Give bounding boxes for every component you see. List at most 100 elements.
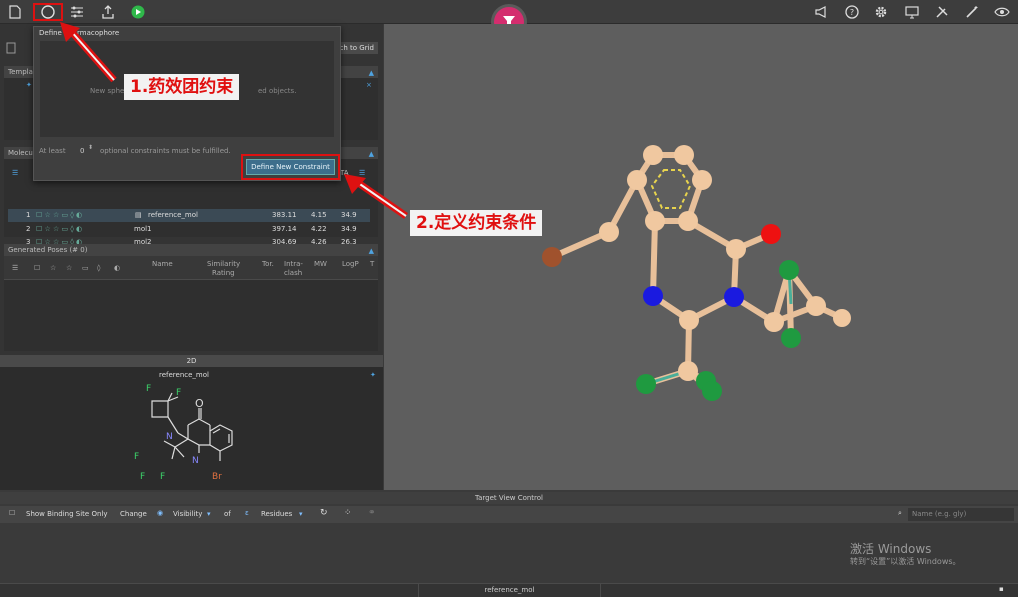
clipboard-icon[interactable] [6,42,20,54]
refresh-icon[interactable]: ↻ [320,508,328,518]
col-logp: LogP [342,260,359,268]
tvc-toolbar: ☐ Show Binding Site Only Change ◉ Visibi… [0,506,1018,523]
eye-icon[interactable] [993,3,1011,21]
wand-icon[interactable] [963,3,981,21]
poses-title: Generated Poses (# 0) [8,246,88,254]
col-clash: clash [284,269,303,277]
callout-1: 1.药效团约束 [124,74,240,100]
visibility-dropdown[interactable]: Visibility [173,510,202,518]
tools-icon[interactable] [933,3,951,21]
scatter-icon[interactable]: ⁘ [344,508,352,518]
chat-icon[interactable]: ▪ [999,585,1004,593]
residue-name-search-input[interactable]: Name (e.g. gly) [908,508,1014,521]
svg-text:?: ? [850,8,854,17]
pin-icon[interactable]: ✦ [370,371,376,379]
highlight-box [241,154,340,180]
flame-icon[interactable]: ◊ [97,264,100,272]
poses-header: Generated Poses (# 0) ▲ [4,244,378,256]
col-rating: Rating [212,269,235,277]
popup-hint-end: ed objects. [258,87,297,95]
sort-icon[interactable]: ☰ [12,264,18,272]
watermark-line1: 激活 Windows [850,542,932,556]
close-icon[interactable]: × [366,81,372,89]
status-mol-name: reference_mol [418,584,601,597]
new-file-icon[interactable] [6,3,24,21]
checkbox-icon[interactable]: ☐ [9,509,15,517]
optional-count-stepper[interactable]: 0 [80,147,84,155]
at-least-label: At least [39,147,66,155]
atom-f2: F [176,388,181,398]
pin-icon[interactable]: ✦ [26,81,32,89]
col-intra: Intra- [284,260,303,268]
atom-o: O [195,397,204,410]
change-label: Change [120,510,147,518]
settings-sliders-icon[interactable] [68,3,86,21]
status-bar: reference_mol ▪ [0,583,1018,597]
col-tor: Tor. [262,260,274,268]
atom-f1: F [146,384,151,394]
run-icon[interactable] [129,3,147,21]
row-name: mol1 [134,225,152,233]
col-mw: MW [314,260,327,268]
row-ta: 34.9 [341,225,357,233]
row-mw: 383.11 [272,211,297,219]
gear-icon[interactable] [872,3,890,21]
templates-title: Templa [8,68,33,76]
chevron-down-icon[interactable]: ▾ [299,510,303,518]
table-row[interactable]: 2 ☐ ☆ ☆ ▭ ◊ ◐ mol1 397.14 4.22 34.9 [8,223,370,236]
target-view-control: Target View Control ☐ Show Binding Site … [0,490,1018,597]
eye-icon[interactable]: ◉ [157,509,163,517]
row-index: 1 [26,211,31,219]
3d-viewer[interactable] [384,24,1018,490]
twod-header: 2D [0,355,383,367]
stepper-arrows-icon[interactable]: ⬍ [88,144,93,151]
poses-header-row: ☰ ☐ ☆ ☆ ▭ ◊ ◐ Name Similarity Rating Tor… [4,256,378,280]
search-icon: ⌕ [898,509,902,517]
atom-f4: F [140,472,145,482]
residue-icon[interactable]: ε [245,509,249,517]
comment-icon[interactable]: ▭ [82,264,89,272]
col-similarity: Similarity [207,260,241,268]
table-row[interactable]: 1 ☐ ☆ ☆ ▭ ◊ ◐ ▤ reference_mol 383.11 4.1… [8,209,370,222]
show-binding-site-toggle[interactable]: Show Binding Site Only [26,510,108,518]
atom-f3: F [134,452,139,462]
atom-f5: F [160,472,165,482]
popup-hint: New sphe [90,87,125,95]
residues-dropdown[interactable]: Residues [261,510,292,518]
arrow-1-icon [60,22,117,83]
atom-n2: N [192,456,199,466]
star-outline-icon[interactable]: ☆ [50,264,56,272]
poses-table: ☰ ☐ ☆ ☆ ▭ ◊ ◐ Name Similarity Rating Tor… [4,256,378,351]
of-label: of [224,510,231,518]
optional-label: optional constraints must be fulfilled. [100,147,231,155]
link-icon[interactable]: ⚭ [368,508,376,518]
export-icon[interactable] [99,3,117,21]
help-icon[interactable]: ? [843,3,861,21]
sort-icon[interactable]: ☰ [12,169,18,177]
row-checkbox-icon[interactable]: ☐ ☆ ☆ ▭ ◊ ◐ [36,223,82,236]
molecules-title: Molecu [8,149,33,157]
checkbox-icon[interactable]: ☐ [34,264,40,272]
chevron-down-icon[interactable]: ▾ [207,510,211,518]
arrow-2-icon [344,174,408,219]
molecule-3d [542,145,851,401]
structure-2d: O N N F F F F F Br [134,384,233,482]
star-icon[interactable]: ☆ [66,264,72,272]
row-index: 2 [26,225,31,233]
row-name: reference_mol [148,211,198,219]
col-name: Name [152,260,173,268]
col-t: T [370,260,375,268]
palette-icon[interactable]: ◐ [114,264,120,272]
twod-panel: reference_mol ✦ O N N F F F F F Br [0,367,383,490]
callout-2: 2.定义约束条件 [410,210,543,236]
atom-n1: N [166,432,173,442]
atom-br: Br [212,472,222,482]
row-mw: 397.14 [272,225,297,233]
pharmacophore-icon[interactable] [33,3,63,21]
row-checkbox-icon[interactable]: ☐ ☆ ☆ ▭ ◊ ◐ [36,209,82,222]
row-logp: 4.15 [311,211,327,219]
doc-icon: ▤ [135,211,142,219]
display-icon[interactable] [903,3,921,21]
megaphone-icon[interactable] [813,3,831,21]
tvc-title: Target View Control [0,492,1018,504]
